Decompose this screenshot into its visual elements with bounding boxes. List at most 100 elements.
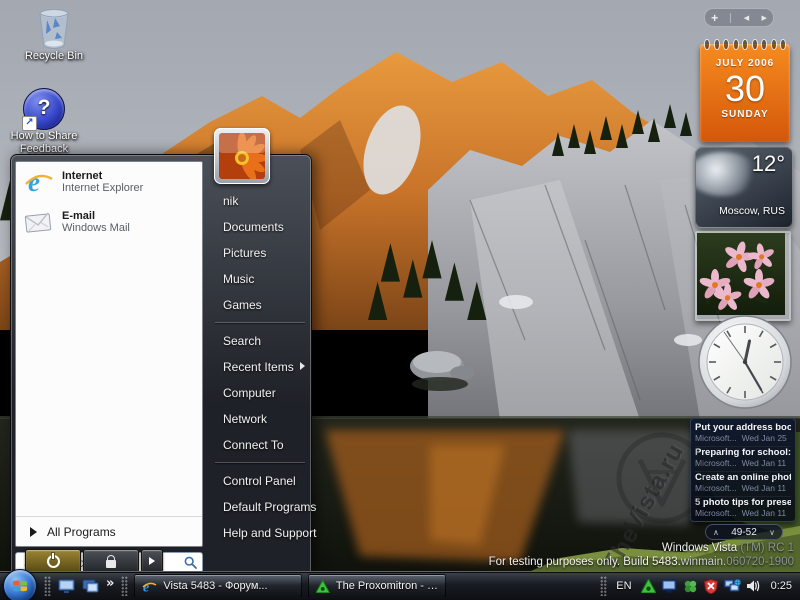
shortcut-arrow-icon: ↗ bbox=[22, 116, 37, 131]
toolbar-grip[interactable] bbox=[44, 576, 51, 596]
build-line2-mid: winmain. bbox=[681, 556, 726, 568]
photo-slideshow-gadget[interactable] bbox=[695, 231, 791, 321]
pinned-email[interactable]: E-mail Windows Mail bbox=[16, 202, 202, 242]
proxomitron-tray[interactable] bbox=[639, 577, 657, 595]
start-item-user[interactable]: nik bbox=[207, 188, 313, 214]
start-item-computer[interactable]: Computer bbox=[207, 380, 313, 406]
start-item-network[interactable]: Network bbox=[207, 406, 313, 432]
recycle-bin-label: Recycle Bin bbox=[12, 50, 96, 63]
quicklaunch-overflow-chevron[interactable]: » bbox=[106, 576, 114, 591]
all-programs-button[interactable]: All Programs bbox=[16, 516, 202, 546]
feed-date: Wed Jan 25 bbox=[742, 433, 787, 443]
build-line1-bright: Windows Vista bbox=[662, 542, 737, 554]
desktop-screen: Recycle Bin ? ↗ How to Share Feedback + … bbox=[0, 0, 800, 600]
pinned-title: Internet bbox=[62, 170, 143, 182]
add-gadget-button[interactable]: + bbox=[711, 12, 718, 24]
shutdown-options-button[interactable] bbox=[141, 549, 163, 573]
feedback-desktop-icon[interactable]: ? ↗ How to Share Feedback bbox=[2, 88, 86, 156]
calendar-weekday: SUNDAY bbox=[700, 109, 790, 120]
controls-divider bbox=[730, 13, 731, 23]
start-menu-places-panel: nik Documents Pictures Music Games Searc… bbox=[207, 155, 313, 572]
start-item-documents[interactable]: Documents bbox=[207, 214, 313, 240]
calendar-gadget[interactable]: JULY 2006 30 SUNDAY bbox=[700, 44, 790, 142]
prev-page-button[interactable]: ◀ bbox=[744, 14, 749, 22]
lock-icon bbox=[106, 560, 116, 568]
taskbar-button-vista-forum[interactable]: e Vista 5483 - Форум... bbox=[134, 574, 302, 598]
feed-date: Wed Jan 11 bbox=[742, 483, 787, 493]
start-item-music[interactable]: Music bbox=[207, 266, 313, 292]
pager-range: 49-52 bbox=[731, 527, 757, 538]
cloud-icon bbox=[695, 152, 758, 196]
volume-icon bbox=[746, 579, 761, 593]
taskbar: » e Vista 5483 - Форум... The Proxomitro… bbox=[0, 571, 800, 600]
feed-date: Wed Jan 11 bbox=[742, 508, 787, 518]
network-tray[interactable] bbox=[723, 577, 741, 595]
next-page-button[interactable]: ▶ bbox=[761, 14, 766, 22]
power-button-row bbox=[25, 549, 306, 571]
switch-windows-icon bbox=[82, 579, 99, 594]
clock-gadget[interactable] bbox=[697, 314, 793, 410]
pinned-subtitle: Internet Explorer bbox=[62, 182, 143, 194]
pinned-internet-explorer[interactable]: e Internet Internet Explorer bbox=[16, 162, 202, 202]
security-alert-shield-icon bbox=[704, 579, 718, 594]
weather-gadget[interactable]: 12° Moscow, RUS bbox=[695, 147, 793, 228]
menu-separator bbox=[215, 322, 305, 323]
show-desktop-icon bbox=[58, 579, 75, 594]
power-button[interactable] bbox=[25, 549, 81, 573]
feed-date: Wed Jan 11 bbox=[742, 458, 787, 468]
weather-temperature: 12° bbox=[752, 151, 785, 177]
build-watermark: Windows Vista (TM) RC 1 For testing purp… bbox=[489, 541, 794, 569]
toolbar-grip[interactable] bbox=[121, 576, 128, 596]
submenu-arrow-icon bbox=[300, 362, 305, 370]
flowers-photo bbox=[697, 233, 785, 315]
internet-explorer-icon: e bbox=[142, 579, 157, 594]
menu-separator bbox=[215, 462, 305, 463]
svg-text:e: e bbox=[143, 580, 149, 594]
build-line1-dim: (TM) RC 1 bbox=[737, 542, 794, 554]
help-feedback-icon: ? ↗ bbox=[23, 88, 65, 130]
pinned-title: E-mail bbox=[62, 210, 130, 222]
start-item-connect-to[interactable]: Connect To bbox=[207, 432, 313, 458]
start-item-games[interactable]: Games bbox=[207, 292, 313, 318]
start-item-search[interactable]: Search bbox=[207, 328, 313, 354]
network-icon bbox=[724, 579, 741, 593]
pager-up-icon[interactable]: ∧ bbox=[713, 528, 719, 537]
build-line2-dim: 060720-1900 bbox=[726, 556, 794, 568]
clover-app-tray[interactable] bbox=[681, 577, 699, 595]
clock-time[interactable]: 0:25 bbox=[771, 580, 792, 592]
start-item-recent-items[interactable]: Recent Items bbox=[207, 354, 313, 380]
clover-icon bbox=[683, 579, 698, 594]
recycle-bin-icon bbox=[35, 8, 73, 50]
start-item-control-panel[interactable]: Control Panel bbox=[207, 468, 313, 494]
lock-button[interactable] bbox=[83, 549, 139, 573]
calendar-spiral-binding bbox=[704, 39, 786, 50]
tray-grip[interactable] bbox=[600, 576, 607, 596]
calendar-day: 30 bbox=[700, 69, 790, 109]
monitor-icon bbox=[661, 579, 677, 593]
switch-windows-quicklaunch[interactable] bbox=[80, 576, 100, 596]
start-item-help-and-support[interactable]: Help and Support bbox=[207, 520, 313, 546]
security-center-tray[interactable] bbox=[702, 577, 720, 595]
start-item-default-programs[interactable]: Default Programs bbox=[207, 494, 313, 520]
user-avatar[interactable] bbox=[214, 128, 270, 184]
taskbar-button-proxomitron[interactable]: The Proxomitron - d... bbox=[308, 574, 446, 598]
language-indicator[interactable]: EN bbox=[616, 580, 631, 592]
taskbar-button-label: The Proxomitron - d... bbox=[336, 580, 439, 592]
feedback-label: How to Share Feedback bbox=[2, 130, 86, 156]
pager-down-icon[interactable]: ∨ bbox=[769, 528, 775, 537]
start-button[interactable] bbox=[3, 569, 37, 600]
windows-mail-icon bbox=[24, 207, 54, 237]
show-desktop-quicklaunch[interactable] bbox=[56, 576, 76, 596]
recent-items-label: Recent Items bbox=[223, 360, 294, 374]
all-programs-arrow-icon bbox=[30, 527, 37, 537]
pinned-subtitle: Windows Mail bbox=[62, 222, 130, 234]
start-item-pictures[interactable]: Pictures bbox=[207, 240, 313, 266]
proxomitron-icon bbox=[641, 579, 656, 593]
display-tray[interactable] bbox=[660, 577, 678, 595]
flower-avatar-image bbox=[219, 133, 265, 179]
weather-location: Moscow, RUS bbox=[719, 205, 785, 217]
shutdown-arrow-icon bbox=[149, 557, 155, 565]
volume-tray[interactable] bbox=[744, 577, 762, 595]
sidebar-controls: + ◀ ▶ bbox=[704, 8, 774, 27]
recycle-bin-desktop-icon[interactable]: Recycle Bin bbox=[12, 8, 96, 63]
